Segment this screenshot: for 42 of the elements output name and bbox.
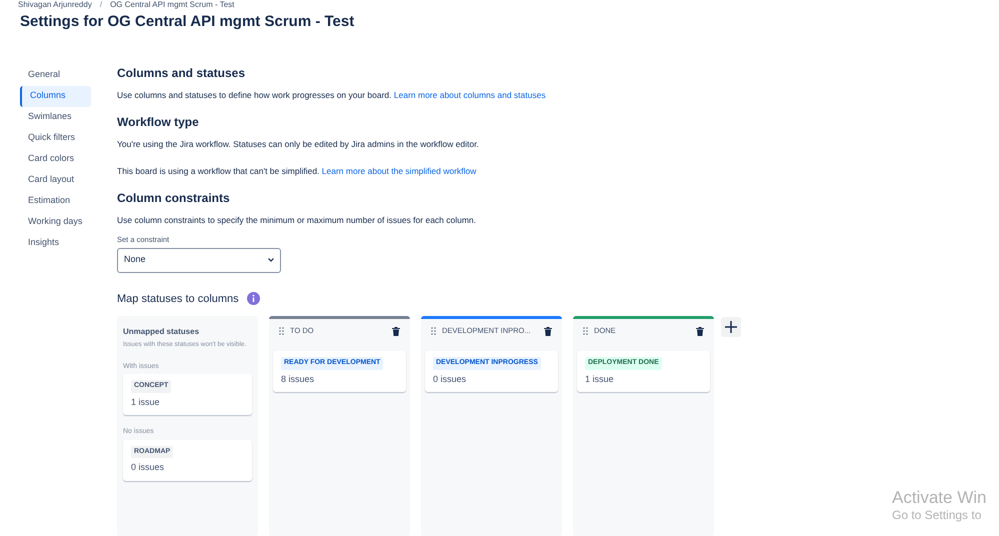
column-title: Unmapped statuses: [123, 326, 200, 338]
add-column-button[interactable]: [721, 317, 741, 337]
drag-handle-icon[interactable]: [279, 327, 284, 335]
issue-count: 0 issues: [131, 461, 164, 474]
info-icon[interactable]: [246, 292, 260, 306]
sidebar-item[interactable]: Card colors: [20, 148, 91, 170]
section-heading: Columns and statuses: [117, 64, 246, 80]
plus-icon: [725, 321, 737, 333]
sidebar-item[interactable]: Card layout: [20, 170, 91, 190]
breadcrumb-link[interactable]: OG Central API mgmt Scrum - Test: [110, 0, 234, 9]
sidebar-item[interactable]: Insights: [20, 232, 91, 254]
description-text: Use column constraints to specify the minimum or maximum number of issues for each column.: [117, 214, 478, 226]
learn-more-link[interactable]: Learn more about columns and statuses: [394, 90, 546, 100]
description-text: This board is using a workflow that can't be simplified. Learn more about the simplified workflow: [117, 166, 478, 176]
breadcrumb-separator: /: [98, 0, 104, 9]
page-title: Settings for OG Central API mgmt Scrum - Test: [19, 12, 356, 32]
sidebar-item[interactable]: Swimlanes: [20, 106, 91, 128]
learn-more-link[interactable]: Learn more about the simplified workflow: [322, 166, 476, 176]
sidebar-item[interactable]: Columns: [20, 86, 91, 106]
sidebar-item[interactable]: General: [20, 64, 91, 86]
section-heading: Map statuses to columns: [117, 292, 239, 306]
issue-count: 1 issue: [585, 372, 614, 386]
chevron-down-icon: [268, 258, 274, 262]
sidebar-item[interactable]: Quick filters: [20, 128, 91, 148]
activation-notice-text: Go to Settings to: [892, 508, 982, 524]
trash-icon[interactable]: [392, 326, 400, 336]
issue-count: 8 issues: [281, 372, 314, 386]
description-text: Use columns and statuses to define how work progresses on your board. Learn more about columns and statuses: [117, 90, 547, 100]
sidebar-item[interactable]: Working days: [20, 212, 91, 232]
sidebar-item[interactable]: Estimation: [20, 190, 91, 212]
constraint-dropdown[interactable]: None: [117, 248, 281, 272]
drag-handle-icon[interactable]: [583, 327, 588, 335]
activation-notice-title: Activate Win: [892, 487, 986, 508]
issue-count: 1 issue: [131, 396, 160, 409]
trash-icon[interactable]: [544, 326, 552, 336]
section-heading: Column constraints: [117, 190, 231, 206]
trash-icon[interactable]: [696, 326, 704, 336]
section-heading: Workflow type: [117, 114, 200, 130]
issue-count: 0 issues: [433, 372, 466, 386]
description-text: You're using the Jira workflow. Statuses can only be edited by Jira admins in the workflow editor.: [117, 138, 480, 150]
breadcrumb-link[interactable]: Shivagan Arjunreddy: [18, 0, 92, 9]
drag-handle-icon[interactable]: [431, 327, 436, 335]
